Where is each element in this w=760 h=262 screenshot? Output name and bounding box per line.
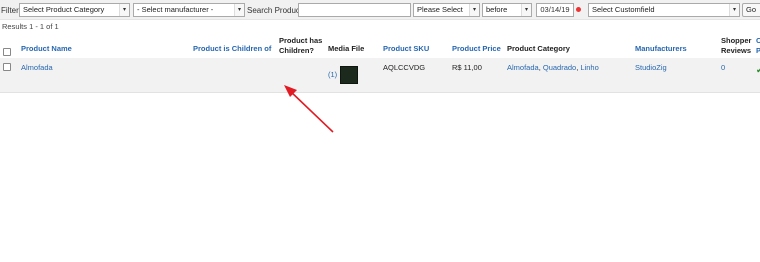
annotation-arrow	[284, 85, 334, 133]
